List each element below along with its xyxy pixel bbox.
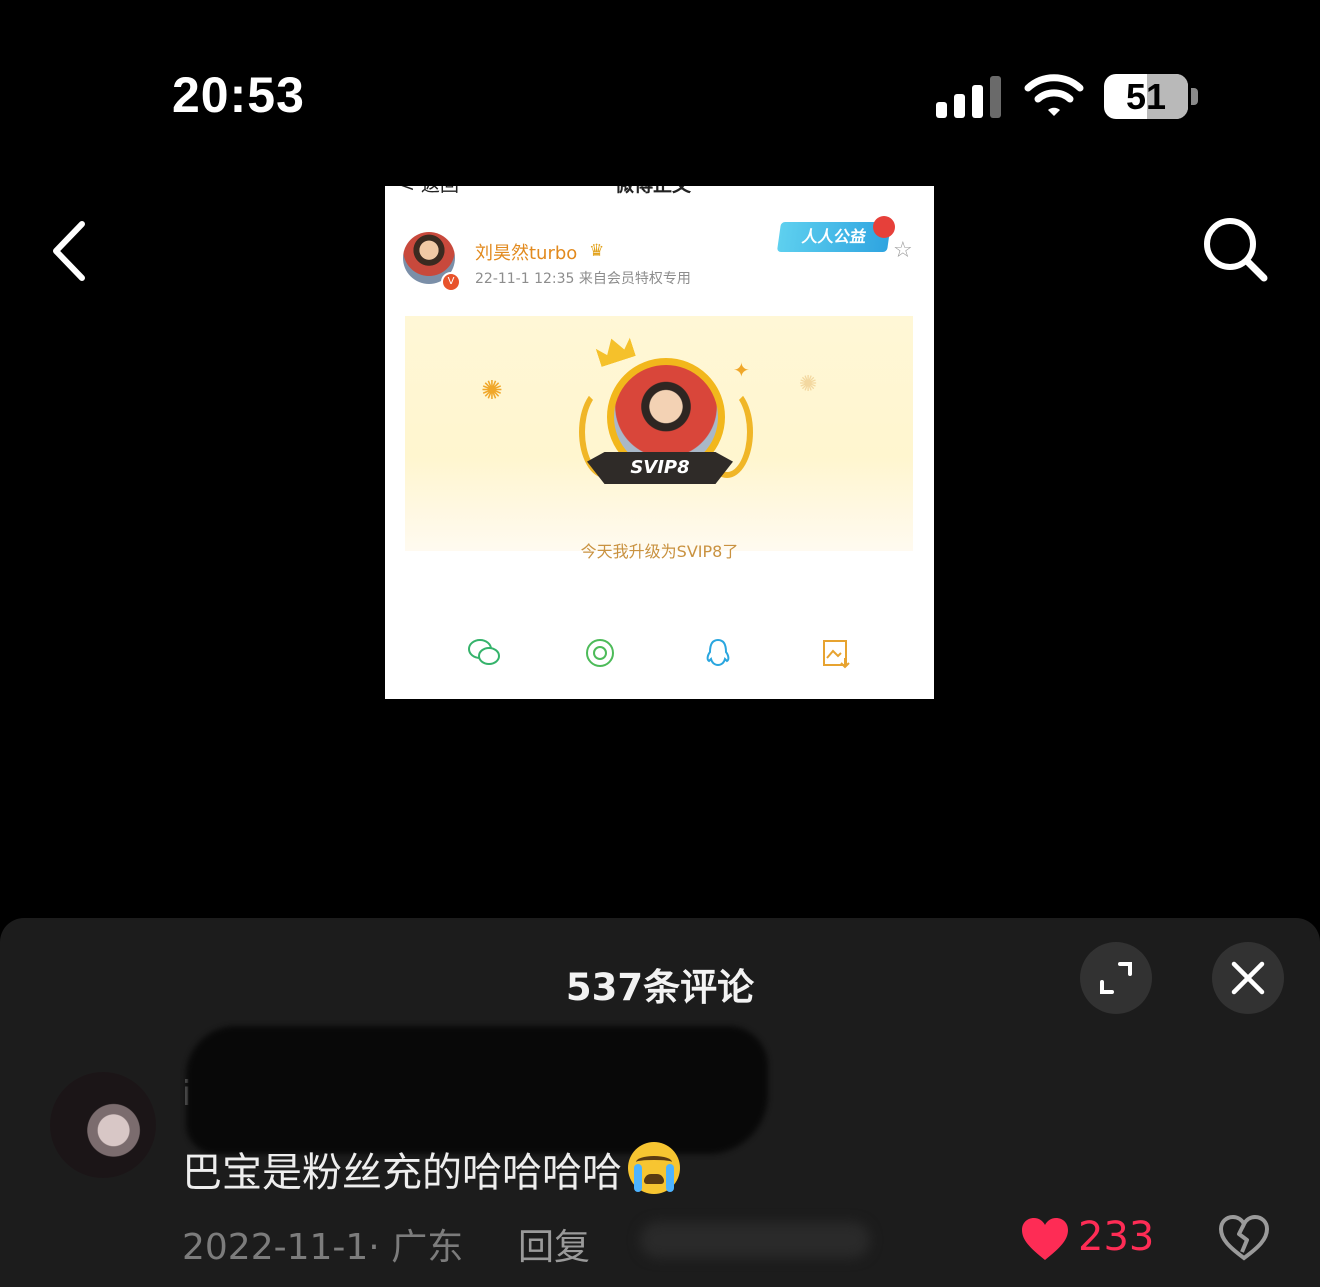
favorite-star-icon: ☆ [893,238,913,263]
verified-badge-icon: V [441,272,461,292]
blurred-meta [640,1222,870,1258]
expand-button[interactable] [1080,942,1152,1014]
back-chevron-icon[interactable] [46,218,96,284]
comment-text: 巴宝是粉丝充的哈哈哈哈 [182,1140,680,1198]
like-count: 233 [1078,1214,1155,1260]
comment-body: 巴宝是粉丝充的哈哈哈哈 [182,1150,622,1196]
embedded-page-title: 微博正文 [615,186,691,197]
poster-name: 刘昊然turbo [475,243,578,264]
commenter-avatar[interactable] [50,1072,156,1178]
redaction-mark [186,1026,768,1154]
comment-date-location: 2022-11-1· 广东 [182,1227,464,1268]
qq-icon[interactable] [701,636,735,670]
post-screenshot[interactable]: < 返回 微博正文 ··· V 刘昊然turbo ♛ 22-11-1 12:35… [385,186,934,699]
close-icon [1231,961,1265,995]
close-button[interactable] [1212,942,1284,1014]
post-meta: 22-11-1 12:35 来自会员特权专用 [475,271,691,287]
firework-icon: ✺ [481,376,503,406]
embedded-back-label: < 返回 [399,186,459,197]
battery-indicator: 51 [1104,74,1188,119]
wifi-icon [1024,74,1084,116]
battery-level: 51 [1125,76,1167,117]
status-time: 20:53 [172,67,305,123]
wechat-icon[interactable] [467,636,501,670]
battery-nub [1191,88,1198,105]
expand-icon [1100,962,1132,994]
banner-caption: 今天我升级为SVIP8了 [580,542,739,561]
embedded-more-icon: ··· [899,186,918,188]
mascot-icon [873,216,895,238]
reply-button[interactable]: 回复 [518,1218,590,1270]
vip-crown-icon: ♛ [589,241,605,261]
broken-heart-dislike-icon[interactable] [1218,1214,1270,1262]
cellular-signal-icon [936,76,1002,118]
svip-ribbon-text: SVIP8 [630,457,690,478]
heart-like-icon[interactable] [1020,1216,1070,1262]
sparkle-icon: ✦ [733,358,750,382]
crying-emoji-icon [628,1142,680,1194]
sparkle-icon: ✺ [799,372,818,397]
moments-icon[interactable] [583,636,617,670]
search-icon[interactable] [1200,214,1270,284]
save-image-icon[interactable] [819,636,853,670]
